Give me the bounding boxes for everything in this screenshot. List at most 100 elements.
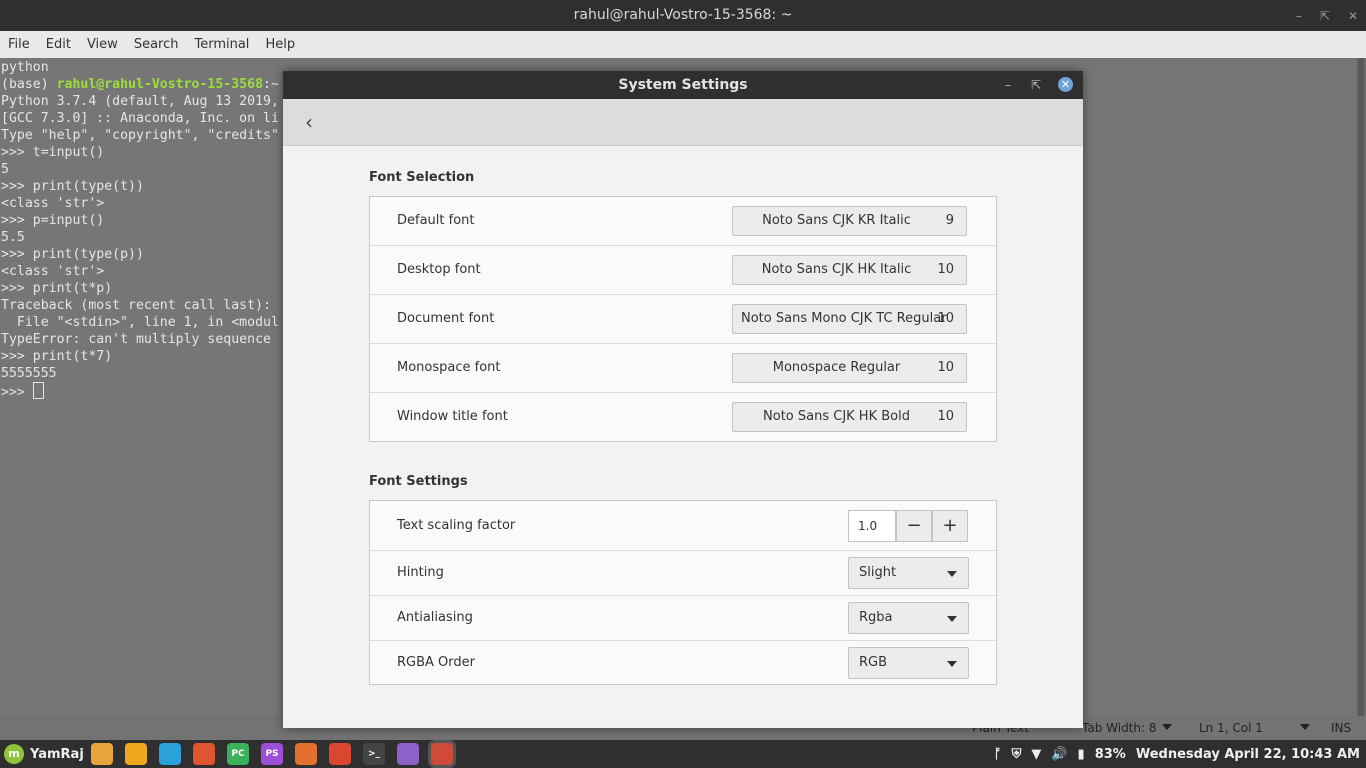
font-button-name: Monospace Regular [772,360,901,375]
font-row-label: Monospace font [397,360,501,375]
maximize-icon[interactable]: ⇱ [1320,9,1330,23]
terminal-line: >>> print(type(p)) [1,247,144,262]
show-desktop-icon[interactable] [91,743,113,765]
font-button-size: 10 [937,262,954,277]
font-button-name: Noto Sans Mono CJK TC Regular [741,311,947,326]
antialiasing-row: Antialiasing Rgba [370,596,996,641]
dialog-title: System Settings [618,77,748,93]
antialiasing-select[interactable]: Rgba [848,602,969,634]
start-menu-button[interactable]: m YamRaj [4,740,84,768]
terminal-line: <class 'str'> [1,196,105,211]
phpstorm-icon[interactable]: PS [261,743,283,765]
chrome-icon[interactable] [329,743,351,765]
terminal-window-controls: – ⇱ ✕ [1296,0,1358,31]
default-font-button[interactable]: Noto Sans CJK KR Italic 9 [732,206,967,236]
antialiasing-value: Rgba [859,610,893,625]
terminal-line: >>> print(type(t)) [1,179,144,194]
terminal-cursor [32,382,44,399]
files-icon[interactable] [125,743,147,765]
menu-file[interactable]: File [0,37,38,52]
font-settings-frame: Text scaling factor 1.0 − + Hinting Slig… [369,500,997,685]
document-font-button[interactable]: Noto Sans Mono CJK TC Regular 10 [732,304,967,334]
scaling-label: Text scaling factor [397,518,516,533]
firefox-icon[interactable] [295,743,317,765]
brave-icon[interactable] [193,743,215,765]
close-icon[interactable]: ✕ [1348,9,1358,23]
terminal-titlebar: rahul@rahul-Vostro-15-3568: ~ – ⇱ ✕ [0,0,1366,31]
font-button-name: Noto Sans CJK HK Bold [763,409,910,424]
font-row-default: Default font Noto Sans CJK KR Italic 9 [370,197,996,246]
scaling-decrease-button[interactable]: − [896,510,932,542]
font-row-window-title: Window title font Noto Sans CJK HK Bold … [370,393,996,441]
font-selection-title: Font Selection [369,170,475,185]
chevron-down-icon [1162,724,1173,730]
rgba-order-label: RGBA Order [397,655,475,670]
minimize-icon[interactable]: – [1296,9,1302,23]
font-settings-title: Font Settings [369,474,468,489]
menu-edit[interactable]: Edit [38,37,79,52]
maximize-icon[interactable]: ⇱ [1031,71,1041,99]
scaling-increase-button[interactable]: + [932,510,968,542]
menu-help[interactable]: Help [257,37,303,52]
hinting-value: Slight [859,565,897,580]
font-row-document: Document font Noto Sans Mono CJK TC Regu… [370,295,996,344]
statusbar-tab-width[interactable]: Tab Width: 8 [1082,716,1173,740]
desktop-font-button[interactable]: Noto Sans CJK HK Italic 10 [732,255,967,285]
start-menu-label: YamRaj [30,746,84,762]
text-editor-icon[interactable] [397,743,419,765]
scaling-factor-input[interactable]: 1.0 [848,510,896,542]
taskbar: m YamRaj PC PS >_ ᚩ ⛨ ▼ 🔊 ▮ 83% Wednesday … [0,740,1366,768]
monospace-font-button[interactable]: Monospace Regular 10 [732,353,967,383]
telegram-icon[interactable] [159,743,181,765]
font-row-label: Default font [397,213,475,228]
rgba-order-select[interactable]: RGB [848,647,969,679]
statusbar-insert-mode: INS [1331,721,1352,735]
scrollbar-thumb[interactable] [1358,58,1364,718]
terminal-line: Python 3.7.4 (default, Aug 13 2019, [1,94,279,109]
clock[interactable]: Wednesday April 22, 10:43 AM [1136,747,1360,762]
terminal-line: 5555555 [1,366,57,381]
statusbar-position-dropdown[interactable] [1294,716,1310,740]
bluetooth-icon[interactable]: ᚩ [994,747,1002,762]
battery-icon[interactable]: ▮ [1078,747,1085,762]
menu-terminal[interactable]: Terminal [186,37,257,52]
font-button-size: 10 [937,360,954,375]
menu-search[interactable]: Search [126,37,187,52]
close-icon[interactable]: ✕ [1058,77,1073,92]
terminal-menubar: File Edit View Search Terminal Help [0,31,1366,59]
minimize-icon[interactable]: – [1005,71,1011,99]
terminal-line: 5.5 [1,230,25,245]
terminal-line: [GCC 7.3.0] :: Anaconda, Inc. on li [1,111,279,126]
hinting-select[interactable]: Slight [848,557,969,589]
pycharm-icon[interactable]: PC [227,743,249,765]
scaling-row: Text scaling factor 1.0 − + [370,501,996,551]
terminal-line: python [1,60,49,75]
system-settings-icon[interactable] [431,743,453,765]
font-button-name: Noto Sans CJK HK Italic [761,262,912,277]
back-button[interactable]: ‹ [297,108,321,136]
rgba-order-value: RGB [859,655,888,670]
chevron-down-icon [947,571,957,577]
wifi-icon[interactable]: ▼ [1031,747,1041,762]
system-settings-dialog: System Settings – ⇱ ✕ ‹ Font Selection D… [283,71,1083,728]
terminal-line: Type "help", "copyright", "credits" [1,128,279,143]
font-button-size: 10 [937,409,954,424]
terminal-line: 5 [1,162,9,177]
terminal-line: >>> print(t*p) [1,281,113,296]
font-button-size: 10 [937,311,954,326]
terminal-scrollbar[interactable] [1356,58,1366,718]
terminal-title: rahul@rahul-Vostro-15-3568: ~ [573,7,793,23]
hinting-label: Hinting [397,565,444,580]
terminal-line: >>> print(t*7) [1,349,113,364]
battery-percentage: 83% [1094,746,1126,762]
menu-view[interactable]: View [79,37,126,52]
chevron-down-icon [947,616,957,622]
volume-icon[interactable]: 🔊 [1051,747,1067,762]
prompt-suffix: :~ [263,77,279,92]
window-title-font-button[interactable]: Noto Sans CJK HK Bold 10 [732,402,967,432]
terminal-last-prompt: >>> [1,385,33,400]
shield-icon[interactable]: ⛨ [1012,747,1022,762]
font-selection-frame: Default font Noto Sans CJK KR Italic 9 D… [369,196,997,442]
terminal-icon[interactable]: >_ [363,743,385,765]
tab-width-label: Tab Width: 8 [1082,721,1157,735]
